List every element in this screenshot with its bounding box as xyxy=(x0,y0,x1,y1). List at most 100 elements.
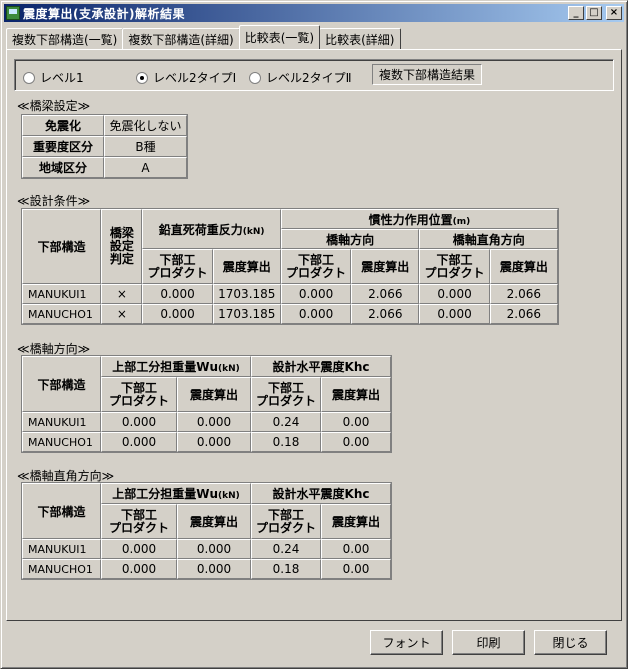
col-perpendicular: 橋軸直角方向 xyxy=(419,229,558,249)
cell-value: 0.000 xyxy=(101,539,177,559)
table-row: 免震化 免震化しない xyxy=(22,115,187,136)
cell-name: MANUKUI1 xyxy=(22,539,101,559)
col-inertia-position: 慣性力作用位置(m) xyxy=(280,209,558,229)
col-product: 下部工 プロダクト xyxy=(101,504,177,539)
table-header-row: 下部構造 橋梁 設定 判定 鉛直死荷重反力(kN) 慣性力作用位置(m) xyxy=(22,209,558,284)
radio-level2-type1-indicator xyxy=(136,71,148,84)
tab-multi-substructure-list[interactable]: 複数下部構造(一覧) xyxy=(6,28,124,49)
table-row: 重要度区分 B種 xyxy=(22,136,187,157)
cell-value: 0.000 xyxy=(101,432,177,452)
table-row: 地域区分 A xyxy=(22,157,187,178)
col-seismic-calc: 震度算出 xyxy=(321,377,391,412)
cell-value: 0.000 xyxy=(419,304,490,324)
col-seismic-calc: 震度算出 xyxy=(321,504,391,539)
result-mode-label: 複数下部構造結果 xyxy=(372,64,483,85)
table-row: MANUKUI1 × 0.000 1703.185 0.000 2.066 0.… xyxy=(22,284,558,304)
cell-value: 2.066 xyxy=(351,304,420,324)
cell-name: MANUCHO1 xyxy=(22,559,101,579)
cell-value: 0.24 xyxy=(251,412,321,432)
tab-comparison-list[interactable]: 比較表(一覧) xyxy=(238,25,321,49)
maximize-button[interactable]: □ xyxy=(586,6,602,20)
minimize-icon: _ xyxy=(573,7,579,18)
table-row: MANUKUI1 0.000 0.000 0.24 0.00 xyxy=(22,412,391,432)
col-product: 下部工 プロダクト xyxy=(251,504,321,539)
setting-label: 地域区分 xyxy=(22,157,104,178)
close-icon: × xyxy=(609,7,619,18)
cell-value: 0.00 xyxy=(321,432,391,452)
col-product: 下部工 プロダクト xyxy=(142,249,213,284)
col-seismic-calc: 震度算出 xyxy=(212,249,281,284)
col-substructure: 下部構造 xyxy=(22,209,102,284)
cell-value: 0.000 xyxy=(280,304,352,324)
cell-value: 0.00 xyxy=(321,412,391,432)
cell-value: 0.000 xyxy=(177,432,251,452)
tab-multi-substructure-detail[interactable]: 複数下部構造(詳細) xyxy=(122,28,240,49)
window-title: 震度算出(支承設計)解析結果 xyxy=(23,6,185,21)
cell-name: MANUCHO1 xyxy=(22,304,102,324)
cell-value: 0.000 xyxy=(142,304,213,324)
table-header-row: 下部構造 上部工分担重量Wu(kN) 設計水平震度Khc xyxy=(22,483,391,539)
cell-value: 0.18 xyxy=(251,432,321,452)
cell-value: 0.00 xyxy=(321,539,391,559)
minimize-button[interactable]: _ xyxy=(568,6,584,20)
radio-level1[interactable]: レベル1 xyxy=(23,69,84,86)
cell-judge: × xyxy=(101,304,143,324)
col-vertical-reaction: 鉛直死荷重反力(kN) xyxy=(142,209,281,249)
table-header-row: 下部構造 上部工分担重量Wu(kN) 設計水平震度Khc xyxy=(22,356,391,412)
close-window-button[interactable]: × xyxy=(606,6,622,20)
perpendicular-direction-table: 下部構造 上部工分担重量Wu(kN) 設計水平震度Khc 下部工 プロダクト 震度… xyxy=(21,482,392,580)
col-weight: 上部工分担重量Wu(kN) xyxy=(101,356,251,377)
tab-comparison-detail[interactable]: 比較表(詳細) xyxy=(319,28,401,49)
radio-level2-type2-indicator xyxy=(249,71,261,84)
cell-value: 0.000 xyxy=(101,559,177,579)
radio-level2-type1[interactable]: レベル2タイプⅠ xyxy=(136,69,236,86)
col-seismic-calc: 震度算出 xyxy=(177,504,251,539)
result-window: 震度算出(支承設計)解析結果 _ □ × 複数下部構造(一覧) 複数下部構造(詳… xyxy=(0,0,628,669)
bridge-settings-table: 免震化 免震化しない 重要度区分 B種 地域区分 A xyxy=(21,114,188,179)
col-seismic-calc: 震度算出 xyxy=(489,249,558,284)
cell-value: 0.000 xyxy=(177,539,251,559)
col-weight: 上部工分担重量Wu(kN) xyxy=(101,483,251,504)
setting-value: A xyxy=(104,157,187,178)
col-seismic-calc: 震度算出 xyxy=(177,377,251,412)
setting-label: 重要度区分 xyxy=(22,136,104,157)
cell-value: 2.066 xyxy=(489,284,558,304)
close-button[interactable]: 閉じる xyxy=(534,630,607,655)
cell-value: 0.000 xyxy=(280,284,352,304)
cell-value: 2.066 xyxy=(351,284,420,304)
cell-value: 0.00 xyxy=(321,559,391,579)
setting-value: 免震化しない xyxy=(104,115,187,136)
cell-value: 0.000 xyxy=(177,559,251,579)
table-row: MANUCHO1 0.000 0.000 0.18 0.00 xyxy=(22,432,391,452)
axis-direction-table: 下部構造 上部工分担重量Wu(kN) 設計水平震度Khc 下部工 プロダクト 震度… xyxy=(21,355,392,453)
app-icon xyxy=(6,6,20,20)
setting-label: 免震化 xyxy=(22,115,104,136)
table-row: MANUCHO1 0.000 0.000 0.18 0.00 xyxy=(22,559,391,579)
level-radio-group: レベル1 レベル2タイプⅠ レベル2タイプⅡ 複数下部構造結果 xyxy=(14,59,614,91)
design-conditions-title: ≪設計条件≫ xyxy=(17,194,91,208)
cell-value: 1703.185 xyxy=(212,304,281,324)
col-bridge-axis: 橋軸方向 xyxy=(280,229,420,249)
col-khc: 設計水平震度Khc xyxy=(251,356,391,377)
radio-level2-type2-label: レベル2タイプⅡ xyxy=(266,71,352,85)
col-product: 下部工 プロダクト xyxy=(280,249,352,284)
cell-judge: × xyxy=(101,284,143,304)
title-bar[interactable]: 震度算出(支承設計)解析結果 _ □ × xyxy=(4,4,624,22)
col-product: 下部工 プロダクト xyxy=(251,377,321,412)
cell-name: MANUKUI1 xyxy=(22,284,102,304)
cell-value: 0.000 xyxy=(177,412,251,432)
design-conditions-table: 下部構造 橋梁 設定 判定 鉛直死荷重反力(kN) 慣性力作用位置(m) 橋軸方… xyxy=(21,208,559,325)
cell-value: 0.24 xyxy=(251,539,321,559)
col-seismic-calc: 震度算出 xyxy=(351,249,420,284)
col-khc: 設計水平震度Khc xyxy=(251,483,391,504)
radio-level1-indicator xyxy=(23,71,35,84)
cell-name: MANUCHO1 xyxy=(22,432,101,452)
radio-level2-type2[interactable]: レベル2タイプⅡ xyxy=(249,69,352,86)
cell-value: 2.066 xyxy=(489,304,558,324)
bridge-settings-title: ≪橋梁設定≫ xyxy=(17,99,91,113)
cell-value: 0.18 xyxy=(251,559,321,579)
font-button[interactable]: フォント xyxy=(370,630,443,655)
cell-value: 0.000 xyxy=(142,284,213,304)
print-button[interactable]: 印刷 xyxy=(452,630,525,655)
table-row: MANUCHO1 × 0.000 1703.185 0.000 2.066 0.… xyxy=(22,304,558,324)
